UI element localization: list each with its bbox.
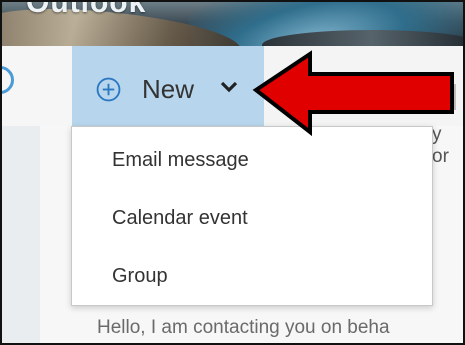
plus-circle-icon bbox=[96, 77, 121, 102]
red-arrow-annotation bbox=[252, 50, 454, 137]
menu-item-label: Group bbox=[112, 265, 168, 287]
app-brand: Outlook bbox=[26, 2, 147, 19]
menu-item-calendar-event[interactable]: Calendar event bbox=[72, 189, 432, 247]
new-button[interactable]: New bbox=[72, 46, 264, 126]
screenshot-frame: Outlook New y or Hello, I am contacting … bbox=[0, 0, 465, 345]
search-icon[interactable] bbox=[2, 66, 14, 94]
search-area[interactable] bbox=[2, 46, 72, 126]
header-banner: Outlook bbox=[2, 2, 463, 46]
message-preview-text[interactable]: Hello, I am contacting you on beha bbox=[97, 317, 390, 339]
menu-item-label: Calendar event bbox=[112, 207, 248, 229]
new-button-label: New bbox=[142, 74, 195, 104]
menu-item-group[interactable]: Group bbox=[72, 247, 432, 305]
arrow-shape bbox=[252, 50, 454, 137]
chevron-down-icon[interactable] bbox=[220, 80, 238, 94]
menu-item-label: Email message bbox=[112, 149, 249, 171]
new-dropdown-menu: Email message Calendar event Group bbox=[71, 126, 433, 306]
